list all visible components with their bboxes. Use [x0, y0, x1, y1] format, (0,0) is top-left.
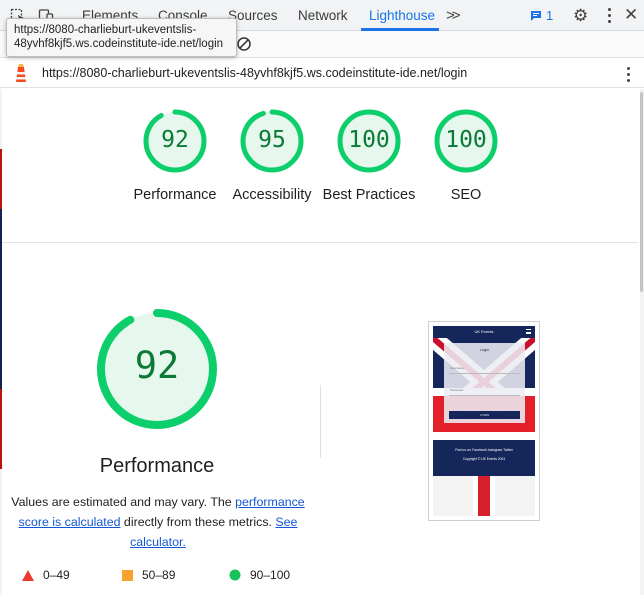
issues-icon — [531, 10, 541, 21]
more-tabs-icon[interactable]: >> — [446, 7, 460, 24]
issues-count: 1 — [546, 8, 554, 23]
average-square-icon — [122, 569, 133, 581]
tab-network[interactable]: Network — [298, 8, 348, 23]
report-url-bar: https://8080-charlieburt-ukeventslis-48y… — [0, 58, 644, 88]
report-menu-icon[interactable] — [627, 67, 631, 82]
screenshot-username-label: Username — [450, 366, 464, 370]
score-label: SEO — [450, 187, 482, 203]
screenshot-image: UK Events Login Username Password LOGIN … — [433, 326, 535, 516]
score-label: Best Practices — [322, 187, 416, 203]
score-value: 92 — [161, 127, 189, 153]
hamburger-icon — [526, 329, 531, 334]
fail-triangle-icon — [22, 569, 34, 581]
performance-note: Values are estimated and may vary. The p… — [8, 492, 308, 552]
vertical-divider — [320, 385, 321, 458]
scrollbar-thumb[interactable] — [640, 92, 643, 292]
screenshot-signup-text: New Here?? Set up an account! — [462, 414, 506, 418]
section-divider — [2, 242, 638, 243]
clear-icon[interactable] — [236, 36, 252, 52]
screenshot-copyright: Copyright © UK Events 2024 — [462, 457, 506, 461]
more-options-icon[interactable] — [608, 8, 612, 23]
screenshot-password-label: Password — [450, 388, 464, 392]
lighthouse-report: 92 Performance 95 Accessibility 100 Best… — [0, 89, 640, 595]
settings-gear-icon[interactable]: ⚙ — [573, 6, 588, 26]
screenshot-username-field — [449, 373, 520, 374]
final-screenshot[interactable]: UK Events Login Username Password LOGIN … — [428, 321, 540, 521]
pass-circle-icon — [229, 569, 241, 581]
screenshot-brand: UK Events — [474, 329, 494, 334]
score-label: Performance — [133, 187, 217, 203]
note-text: directly from these metrics. — [120, 515, 276, 529]
score-label: Accessibility — [232, 187, 312, 203]
url-tooltip: https://8080-charlieburt-ukeventslis-48y… — [6, 18, 237, 57]
report-url: https://8080-charlieburt-ukeventslis-48y… — [42, 66, 468, 80]
legend-average: 50–89 — [122, 568, 175, 582]
lighthouse-logo-icon — [16, 64, 26, 82]
screenshot-footer: Find us on: Facebook Instagram Twitter C… — [433, 442, 535, 476]
screenshot-password-field — [449, 395, 520, 396]
screenshot-login-title: Login — [479, 347, 490, 352]
screenshot-social-links: Find us on: Facebook Instagram Twitter — [455, 448, 513, 452]
legend-pass: 90–100 — [229, 568, 290, 582]
legend-fail: 0–49 — [22, 568, 70, 582]
legend-range: 90–100 — [250, 568, 291, 582]
screenshot-navbar: UK Events — [433, 326, 535, 338]
performance-score-value: 92 — [134, 344, 180, 387]
score-value: 95 — [258, 127, 286, 153]
close-icon[interactable]: ✕ — [624, 5, 638, 25]
legend-range: 50–89 — [142, 568, 176, 582]
tab-lighthouse[interactable]: Lighthouse — [369, 8, 435, 23]
legend-range: 0–49 — [43, 568, 70, 582]
score-value: 100 — [445, 127, 487, 153]
issues-button[interactable]: 1 — [530, 8, 553, 23]
performance-title: Performance — [99, 455, 215, 477]
score-value: 100 — [348, 127, 390, 153]
note-text: Values are estimated and may vary. The — [11, 495, 236, 509]
screenshot-login-card: Login Username Password LOGIN — [444, 343, 525, 423]
